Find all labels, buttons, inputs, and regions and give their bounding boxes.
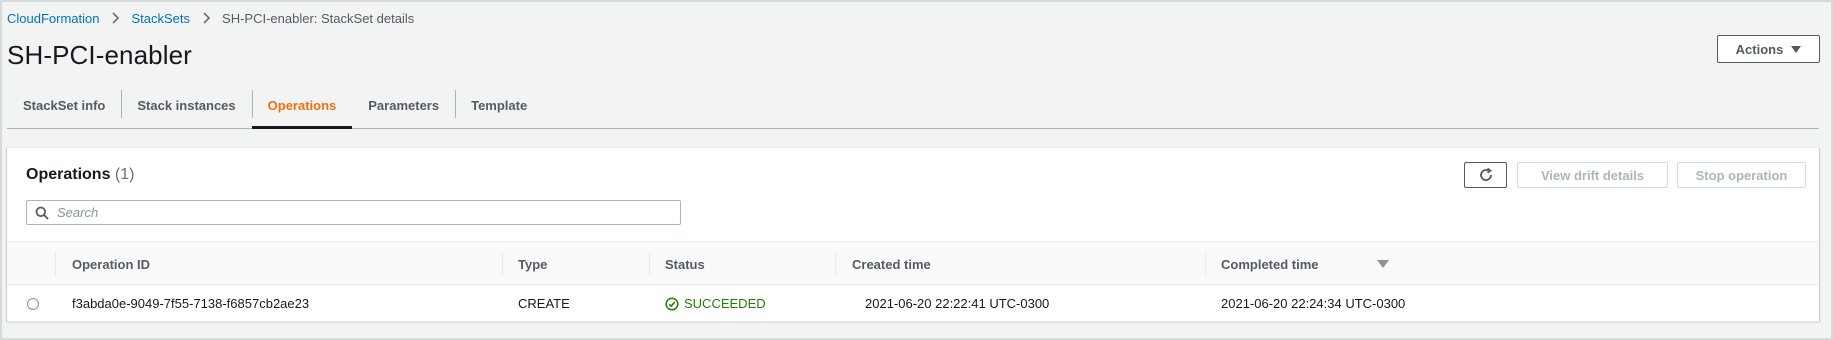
caret-down-icon (1791, 45, 1802, 53)
chevron-right-icon (100, 12, 132, 24)
column-header-type[interactable]: Type (518, 242, 547, 286)
cell-created-time: 2021-06-20 22:22:41 UTC-0300 (865, 296, 1050, 311)
column-header-operation-id[interactable]: Operation ID (72, 242, 150, 286)
search-icon (27, 206, 57, 220)
row-select-radio[interactable] (27, 298, 39, 310)
panel-title: Operations (1) (26, 166, 134, 184)
tab-stack-instances[interactable]: Stack instances (121, 82, 251, 128)
operations-table: Operation ID Type Status Created time Co… (7, 241, 1819, 322)
sort-caret-icon[interactable] (1377, 260, 1389, 268)
tab-template[interactable]: Template (455, 82, 543, 128)
status-text: SUCCEEDED (684, 296, 766, 311)
refresh-icon (1479, 167, 1492, 181)
panel-title-text: Operations (26, 166, 111, 183)
view-drift-details-button[interactable]: View drift details (1517, 162, 1668, 188)
cell-operation-id: f3abda0e-9049-7f55-7138-f6857cb2ae23 (72, 296, 310, 311)
search-field[interactable] (26, 200, 681, 225)
chevron-right-icon (190, 12, 222, 24)
operations-panel: Operations (1) View drift details Stop o… (7, 147, 1819, 322)
page-title: SH-PCI-enabler (7, 40, 192, 70)
stop-operation-button[interactable]: Stop operation (1677, 162, 1806, 188)
column-divider (502, 252, 503, 276)
table-header: Operation ID Type Status Created time Co… (7, 241, 1819, 285)
refresh-button[interactable] (1464, 162, 1507, 188)
cell-type: CREATE (518, 296, 570, 311)
column-divider (1205, 252, 1206, 276)
tab-bar: StackSet info Stack instances Operations… (7, 82, 1819, 129)
tab-stackset-info[interactable]: StackSet info (7, 82, 121, 128)
actions-button[interactable]: Actions (1717, 35, 1820, 63)
column-divider (649, 252, 650, 276)
table-row[interactable]: f3abda0e-9049-7f55-7138-f6857cb2ae23 CRE… (7, 285, 1819, 322)
actions-label: Actions (1735, 41, 1784, 57)
column-header-status[interactable]: Status (665, 242, 705, 286)
column-divider (835, 252, 836, 276)
search-input[interactable] (57, 205, 680, 220)
column-header-completed-time[interactable]: Completed time (1221, 242, 1319, 286)
panel-count: (1) (114, 166, 135, 183)
breadcrumb-link-stacksets[interactable]: StackSets (132, 11, 191, 26)
breadcrumb: CloudFormation StackSets SH-PCI-enabler:… (7, 9, 414, 27)
breadcrumb-current: SH-PCI-enabler: StackSet details (222, 10, 415, 26)
cell-status: SUCCEEDED (665, 285, 766, 322)
column-divider (55, 252, 56, 276)
cell-completed-time: 2021-06-20 22:24:34 UTC-0300 (1221, 296, 1406, 311)
tab-operations[interactable]: Operations (251, 82, 353, 129)
check-circle-icon (665, 296, 679, 311)
breadcrumb-link-cloudformation[interactable]: CloudFormation (7, 11, 100, 26)
tab-parameters[interactable]: Parameters (352, 82, 455, 128)
column-header-created-time[interactable]: Created time (852, 242, 931, 286)
